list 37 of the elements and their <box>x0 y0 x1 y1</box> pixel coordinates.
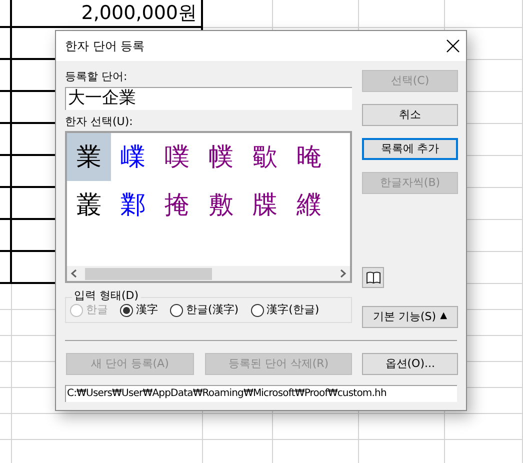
scroll-left-icon[interactable] <box>70 269 77 278</box>
word-field[interactable]: 大一企業 <box>65 87 352 110</box>
book-icon[interactable] <box>362 267 384 288</box>
sheet-cell <box>203 414 273 440</box>
bottom-button[interactable]: 옵션(O)... <box>362 353 458 375</box>
window-title: 한자 단어 등록 <box>65 38 145 55</box>
horizontal-scrollbar[interactable] <box>67 266 350 281</box>
basic-functions-button[interactable]: 기본 기능(S) ▲ <box>362 306 458 328</box>
hanja-item[interactable]: 晻 <box>287 133 331 181</box>
sheet-cell <box>0 28 12 60</box>
hanja-item[interactable]: 幞 <box>199 133 243 181</box>
hanja-item[interactable]: 鄴 <box>111 181 155 229</box>
hanja-item[interactable]: 纀 <box>287 181 331 229</box>
cell-value: 2,000,000원 <box>81 0 197 26</box>
sheet-cell <box>0 388 12 414</box>
radio-option[interactable]: 漢字 <box>120 302 158 318</box>
sheet-cell <box>0 414 12 440</box>
hanja-item[interactable]: 敷 <box>199 181 243 229</box>
radio-option[interactable]: 한글(漢字) <box>170 302 239 318</box>
scroll-right-icon[interactable] <box>340 269 347 278</box>
hanja-item[interactable]: 叢 <box>67 181 111 229</box>
hanja-item[interactable]: 牒 <box>243 181 287 229</box>
path-field: C:₩Users₩User₩AppData₩Roaming₩Microsoft₩Proof₩custom.hh <box>65 385 457 402</box>
hanja-label: 한자 선택(U): <box>65 114 134 130</box>
hanja-item[interactable]: 掩 <box>155 181 199 229</box>
hanja-list[interactable]: 業 嶫 噗 幞 歜 晻 叢 鄴 掩 敷 牒 纀 <box>65 131 352 283</box>
group-label: 입력 형태(D) <box>72 290 141 301</box>
hanja-item[interactable]: 業 <box>67 133 111 181</box>
hanja-item[interactable]: 嶫 <box>111 133 155 181</box>
side-button[interactable]: 목록에 추가 <box>362 138 458 160</box>
side-button[interactable]: 취소 <box>362 104 458 126</box>
radio-option[interactable]: 漢字(한글) <box>250 302 320 318</box>
hanja-item[interactable]: 噗 <box>155 133 199 181</box>
hanja-item[interactable]: 歜 <box>243 133 287 181</box>
sheet-cell <box>203 0 273 28</box>
close-icon[interactable] <box>446 39 460 53</box>
word-label: 등록할 단어: <box>65 69 128 85</box>
